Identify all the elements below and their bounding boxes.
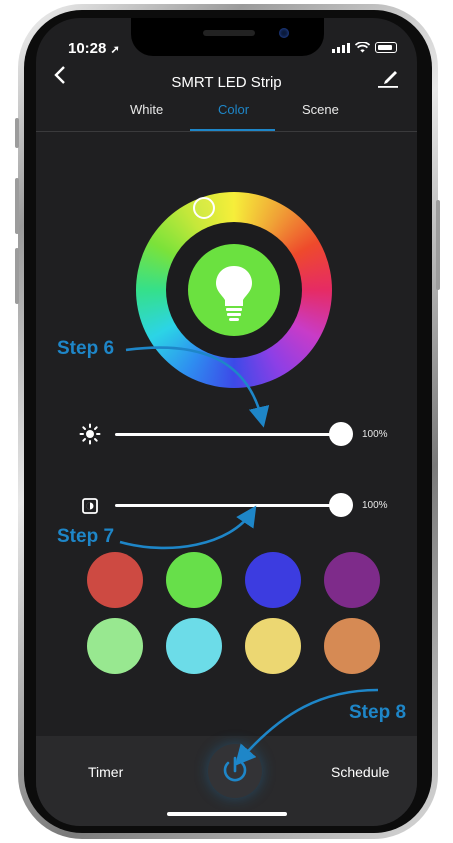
color-preset-purple[interactable] [324, 552, 380, 608]
power-icon [223, 756, 247, 782]
tab-divider [36, 131, 417, 132]
schedule-button[interactable]: Schedule [331, 764, 389, 780]
saturation-slider-track[interactable] [115, 504, 341, 507]
tab-scene[interactable]: Scene [302, 102, 339, 117]
status-time-text: 10:28 [68, 40, 107, 57]
tab-white[interactable]: White [130, 102, 163, 117]
color-preset-orange[interactable] [324, 618, 380, 674]
color-preset-red[interactable] [87, 552, 143, 608]
color-preset-green[interactable] [166, 552, 222, 608]
color-preset-light-green[interactable] [87, 618, 143, 674]
tab-color[interactable]: Color [218, 102, 249, 117]
volume-down-button [15, 248, 19, 304]
silent-switch [15, 118, 19, 148]
step-8-label: Step 8 [349, 702, 407, 723]
power-button[interactable] [208, 744, 262, 798]
timer-button[interactable]: Timer [88, 764, 123, 780]
cellular-signal-icon [332, 42, 350, 53]
edit-button[interactable] [377, 68, 399, 93]
brightness-icon [79, 423, 101, 445]
step-6-label: Step 6 [57, 338, 115, 359]
brightness-slider-track[interactable] [115, 433, 341, 436]
saturation-slider-thumb[interactable] [329, 493, 353, 517]
color-picker-handle[interactable] [193, 197, 215, 219]
home-indicator [167, 812, 287, 816]
brightness-slider-thumb[interactable] [329, 422, 353, 446]
active-tab-indicator [190, 129, 275, 131]
color-preset-cyan[interactable] [166, 618, 222, 674]
saturation-value: 100% [362, 500, 388, 511]
pencil-icon [378, 71, 398, 88]
color-preset-yellow[interactable] [245, 618, 301, 674]
wifi-icon [355, 42, 370, 53]
speaker-grille [203, 30, 255, 36]
power-side-button [436, 200, 440, 290]
notch [131, 18, 324, 56]
tab-bar: White Color Scene [36, 102, 417, 128]
status-time: 10:28 ➚ [68, 40, 120, 57]
location-arrow-icon: ➚ [110, 44, 120, 56]
step-7-label: Step 7 [57, 526, 115, 547]
page-title: SMRT LED Strip [171, 74, 282, 91]
light-toggle-button[interactable] [188, 244, 280, 336]
lightbulb-icon [216, 266, 252, 321]
volume-up-button [15, 178, 19, 234]
front-camera [279, 28, 289, 38]
battery-icon [375, 42, 397, 53]
contrast-icon [82, 498, 98, 514]
color-preset-blue[interactable] [245, 552, 301, 608]
brightness-value: 100% [362, 429, 388, 440]
status-icons [332, 42, 397, 53]
